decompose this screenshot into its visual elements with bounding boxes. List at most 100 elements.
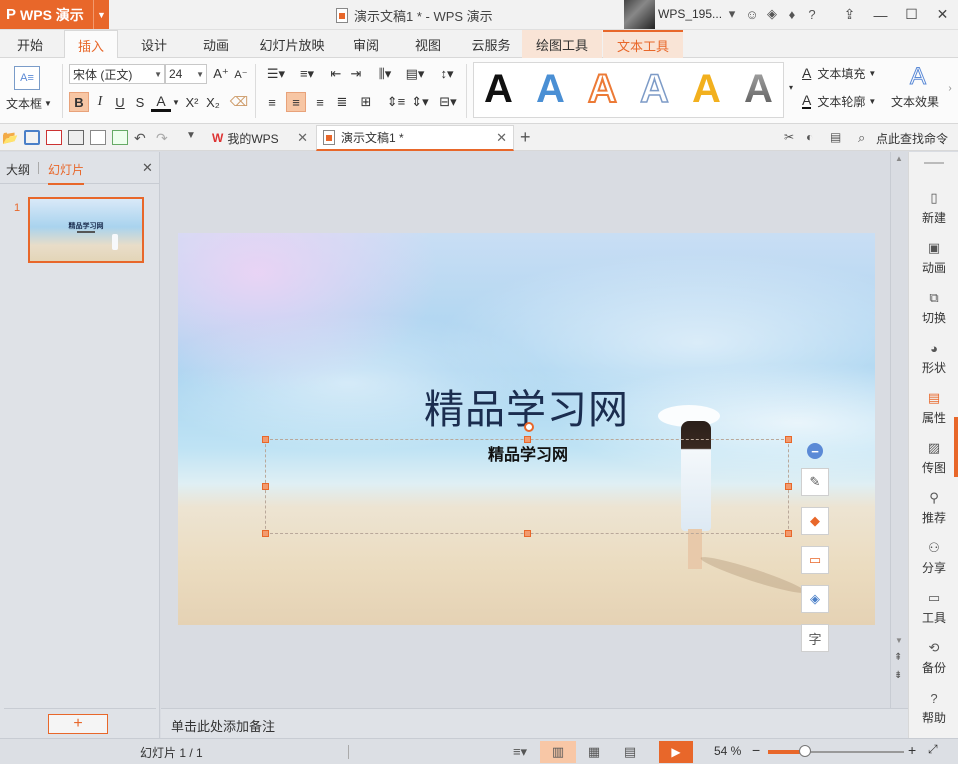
side-recommend[interactable]: ⚲ 推荐 [909, 486, 958, 534]
new-tab-icon[interactable]: + [520, 127, 536, 147]
close-icon[interactable]: ✕ [297, 130, 308, 146]
tab-slideshow[interactable]: 幻灯片放映 [252, 30, 332, 58]
tab-my-wps[interactable]: W 我的WPS ✕ [206, 125, 314, 151]
side-help[interactable]: ? 帮助 [909, 686, 958, 734]
resize-handle[interactable] [262, 483, 269, 490]
user-name[interactable]: WPS_195... [658, 7, 722, 21]
text-style-orange-outline[interactable]: A [587, 66, 618, 112]
shrink-font-button[interactable]: A⁻ [232, 64, 250, 84]
notes-placeholder[interactable]: 单击此处添加备注 [171, 716, 275, 735]
drag-handle[interactable] [924, 162, 944, 164]
strikethrough-button[interactable]: S [131, 92, 149, 112]
screenshot-icon[interactable] [112, 130, 128, 145]
align-right-icon[interactable]: ≡ [312, 92, 328, 112]
tab-current-document[interactable]: 演示文稿1 * ✕ [316, 125, 514, 151]
bold-button[interactable]: B [69, 92, 89, 112]
font-size-select[interactable]: 24 ▼ [165, 64, 207, 84]
italic-button[interactable]: I [91, 92, 109, 112]
tab-text-tools[interactable]: 文本工具 [603, 30, 683, 58]
gallery-more-icon[interactable]: ▾ [786, 72, 796, 102]
undo-icon[interactable]: ↶ [134, 130, 150, 146]
notes-toggle-icon[interactable]: ≡▾ [506, 741, 534, 763]
resize-handle[interactable] [524, 436, 531, 443]
chevron-down-icon[interactable]: ▼ [171, 94, 181, 110]
paragraph-spacing-icon[interactable]: ⇕≡ [384, 92, 408, 112]
selected-textbox[interactable]: 精品学习网 [262, 422, 792, 537]
sorter-view-button[interactable]: ▦ [576, 741, 612, 763]
side-animation[interactable]: ▣ 动画 [909, 236, 958, 284]
slide[interactable]: 精品学习网 精品学习网 [178, 233, 875, 625]
side-shapes[interactable]: ◕ 形状 [909, 336, 958, 384]
side-upload-image[interactable]: ▨ 传图 [909, 436, 958, 484]
side-tools[interactable]: ▭ 工具 [909, 586, 958, 634]
decrease-indent-icon[interactable]: ⇤ [327, 64, 345, 84]
edit-shape-icon[interactable]: ✎ [801, 468, 829, 496]
resize-handle[interactable] [785, 530, 792, 537]
slide-thumbnail[interactable]: 精品学习网 [28, 197, 144, 263]
vertical-scrollbar[interactable]: ▲ ▼ ⇞ ⇟ [890, 152, 908, 708]
tab-animation[interactable]: 动画 [190, 30, 242, 58]
grow-font-button[interactable]: A⁺ [212, 64, 230, 84]
side-backup[interactable]: ⟲ 备份 [909, 636, 958, 684]
superscript-button[interactable]: X² [182, 92, 202, 112]
side-share[interactable]: ⚇ 分享 [909, 536, 958, 584]
zoom-out-button[interactable]: − [752, 742, 760, 758]
redo-icon[interactable]: ↷ [156, 130, 172, 146]
columns-icon[interactable]: ▤▾ [401, 64, 429, 84]
tab-home[interactable]: 开始 [4, 30, 56, 58]
tab-insert[interactable]: 插入 [64, 30, 118, 59]
zoom-level[interactable]: 54 % [714, 744, 741, 758]
cut-icon[interactable]: ✂ [784, 130, 800, 145]
resize-handle[interactable] [785, 436, 792, 443]
numbered-list-icon[interactable]: ≡▾ [293, 64, 321, 84]
underline-button[interactable]: U [111, 92, 129, 112]
ribbon-scroll-icon[interactable]: › [944, 78, 956, 98]
minimize-button[interactable]: — [865, 0, 896, 29]
font-name-select[interactable]: 宋体 (正文) ▼ [69, 64, 165, 84]
text-effect-icon[interactable]: A [904, 63, 932, 91]
font-color-button[interactable]: A [151, 92, 171, 112]
tab-drawing-tools[interactable]: 绘图工具 [522, 30, 602, 58]
clear-format-icon[interactable]: ⌫ [229, 92, 249, 112]
text-style-blue-outline[interactable]: A [639, 66, 669, 112]
align-center-icon[interactable]: ≡ [286, 92, 306, 112]
text-style-gold[interactable]: A [692, 67, 721, 112]
side-transition[interactable]: ⧉ 切换 [909, 286, 958, 334]
line-spacing-options-icon[interactable]: ⇕▾ [408, 92, 432, 112]
chevron-down-icon[interactable]: ▼ [186, 130, 202, 145]
resize-handle[interactable] [262, 530, 269, 537]
next-slide-icon[interactable]: ⇟ [894, 670, 902, 681]
increase-indent-icon[interactable]: ⇥ [347, 64, 365, 84]
comment-icon[interactable]: ▤ [830, 130, 846, 145]
prev-slide-icon[interactable]: ⇞ [894, 652, 902, 663]
tab-view[interactable]: 视图 [402, 30, 454, 58]
rotate-handle[interactable] [524, 422, 534, 432]
layers-icon[interactable]: ◈ [801, 585, 829, 613]
text-style-blue[interactable]: A [536, 67, 565, 112]
text-outline-button[interactable]: A 文本轮廓 ▼ [802, 91, 888, 111]
resize-handle[interactable] [262, 436, 269, 443]
fit-window-icon[interactable]: ⤢ [928, 742, 938, 757]
align-left-icon[interactable]: ≡ [264, 92, 280, 112]
open-folder-icon[interactable]: 📂 [2, 130, 18, 145]
tab-design[interactable]: 设计 [128, 30, 180, 58]
tab-review[interactable]: 审阅 [340, 30, 392, 58]
avatar[interactable] [624, 0, 655, 29]
command-search[interactable]: 点此查找命令 [876, 130, 948, 147]
text-fill-button[interactable]: A 文本填充 ▼ [802, 63, 888, 83]
vertical-align-icon[interactable]: ⊟▾ [434, 92, 462, 112]
play-slideshow-button[interactable]: ▶ [659, 741, 693, 763]
format-painter-icon[interactable]: ◐ [806, 130, 822, 145]
save-icon[interactable] [24, 130, 40, 145]
outline-icon[interactable]: ▭ [801, 546, 829, 574]
text-style-black[interactable]: A [484, 67, 513, 112]
distribute-icon[interactable]: ⊞ [356, 92, 376, 112]
justify-icon[interactable]: ≣ [334, 92, 350, 112]
textbox-button[interactable]: 文本框 ▼ [4, 94, 54, 112]
skin-icon[interactable]: ♦ [784, 4, 800, 24]
zoom-slider-handle[interactable] [798, 745, 811, 757]
add-slide-button[interactable]: + [48, 714, 108, 734]
close-button[interactable]: ✕ [927, 0, 958, 29]
textbox-icon[interactable]: A≡ [14, 66, 40, 90]
shield-icon[interactable]: ◈ [764, 4, 780, 24]
